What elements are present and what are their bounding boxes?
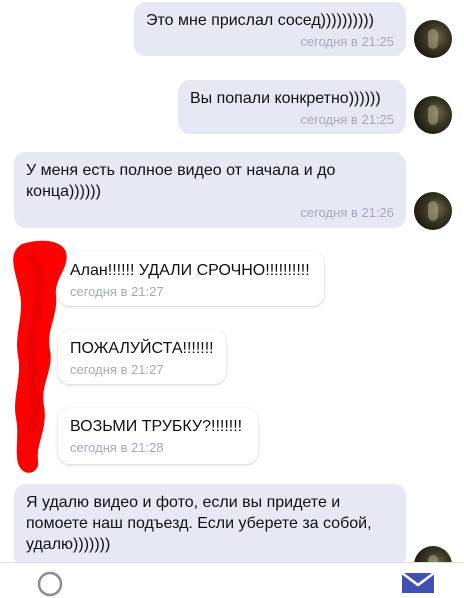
- message-text: Я удалю видео и фото, если вы придете и …: [26, 494, 372, 553]
- message-time: сегодня в 21:25: [300, 112, 394, 127]
- message-incoming[interactable]: ПОЖАЛУЙСТА!!!!!!! сегодня в 21:27: [58, 330, 226, 384]
- message-incoming[interactable]: ВОЗЬМИ ТРУБКУ?!!!!!!! сегодня в 21:28: [58, 408, 258, 464]
- redaction-scribble: [13, 240, 67, 473]
- message-text: У меня есть полное видео от начала и до …: [26, 162, 336, 200]
- message-time: сегодня в 21:25: [300, 34, 394, 49]
- message-text: Это мне прислал сосед)))))))))): [146, 12, 374, 29]
- message-text: Вы попали конкретно)))))): [190, 90, 381, 107]
- message-time: сегодня в 21:27: [70, 284, 164, 299]
- message-composer[interactable]: [0, 562, 464, 586]
- contact-avatar[interactable]: [414, 192, 452, 230]
- message-text: Алан!!!!!! УДАЛИ СРОЧНО!!!!!!!!!!: [70, 262, 310, 279]
- message-outgoing[interactable]: Вы попали конкретно)))))) сегодня в 21:2…: [178, 80, 406, 134]
- emoji-icon[interactable]: [36, 570, 64, 598]
- message-time: сегодня в 21:26: [300, 205, 394, 220]
- message-text: ВОЗЬМИ ТРУБКУ?!!!!!!!: [70, 418, 243, 435]
- message-text: ПОЖАЛУЙСТА!!!!!!!: [70, 340, 214, 357]
- contact-avatar[interactable]: [414, 20, 452, 58]
- message-outgoing[interactable]: Я удалю видео и фото, если вы придете и …: [14, 484, 406, 568]
- message-outgoing[interactable]: У меня есть полное видео от начала и до …: [14, 152, 406, 228]
- message-incoming[interactable]: Алан!!!!!! УДАЛИ СРОЧНО!!!!!!!!!! сегодн…: [58, 252, 324, 306]
- contact-avatar[interactable]: [414, 96, 452, 134]
- send-icon[interactable]: [400, 571, 436, 593]
- message-time: сегодня в 21:28: [70, 440, 164, 455]
- message-time: сегодня в 21:27: [70, 362, 164, 377]
- message-outgoing[interactable]: Это мне прислал сосед)))))))))) сегодня …: [134, 2, 406, 56]
